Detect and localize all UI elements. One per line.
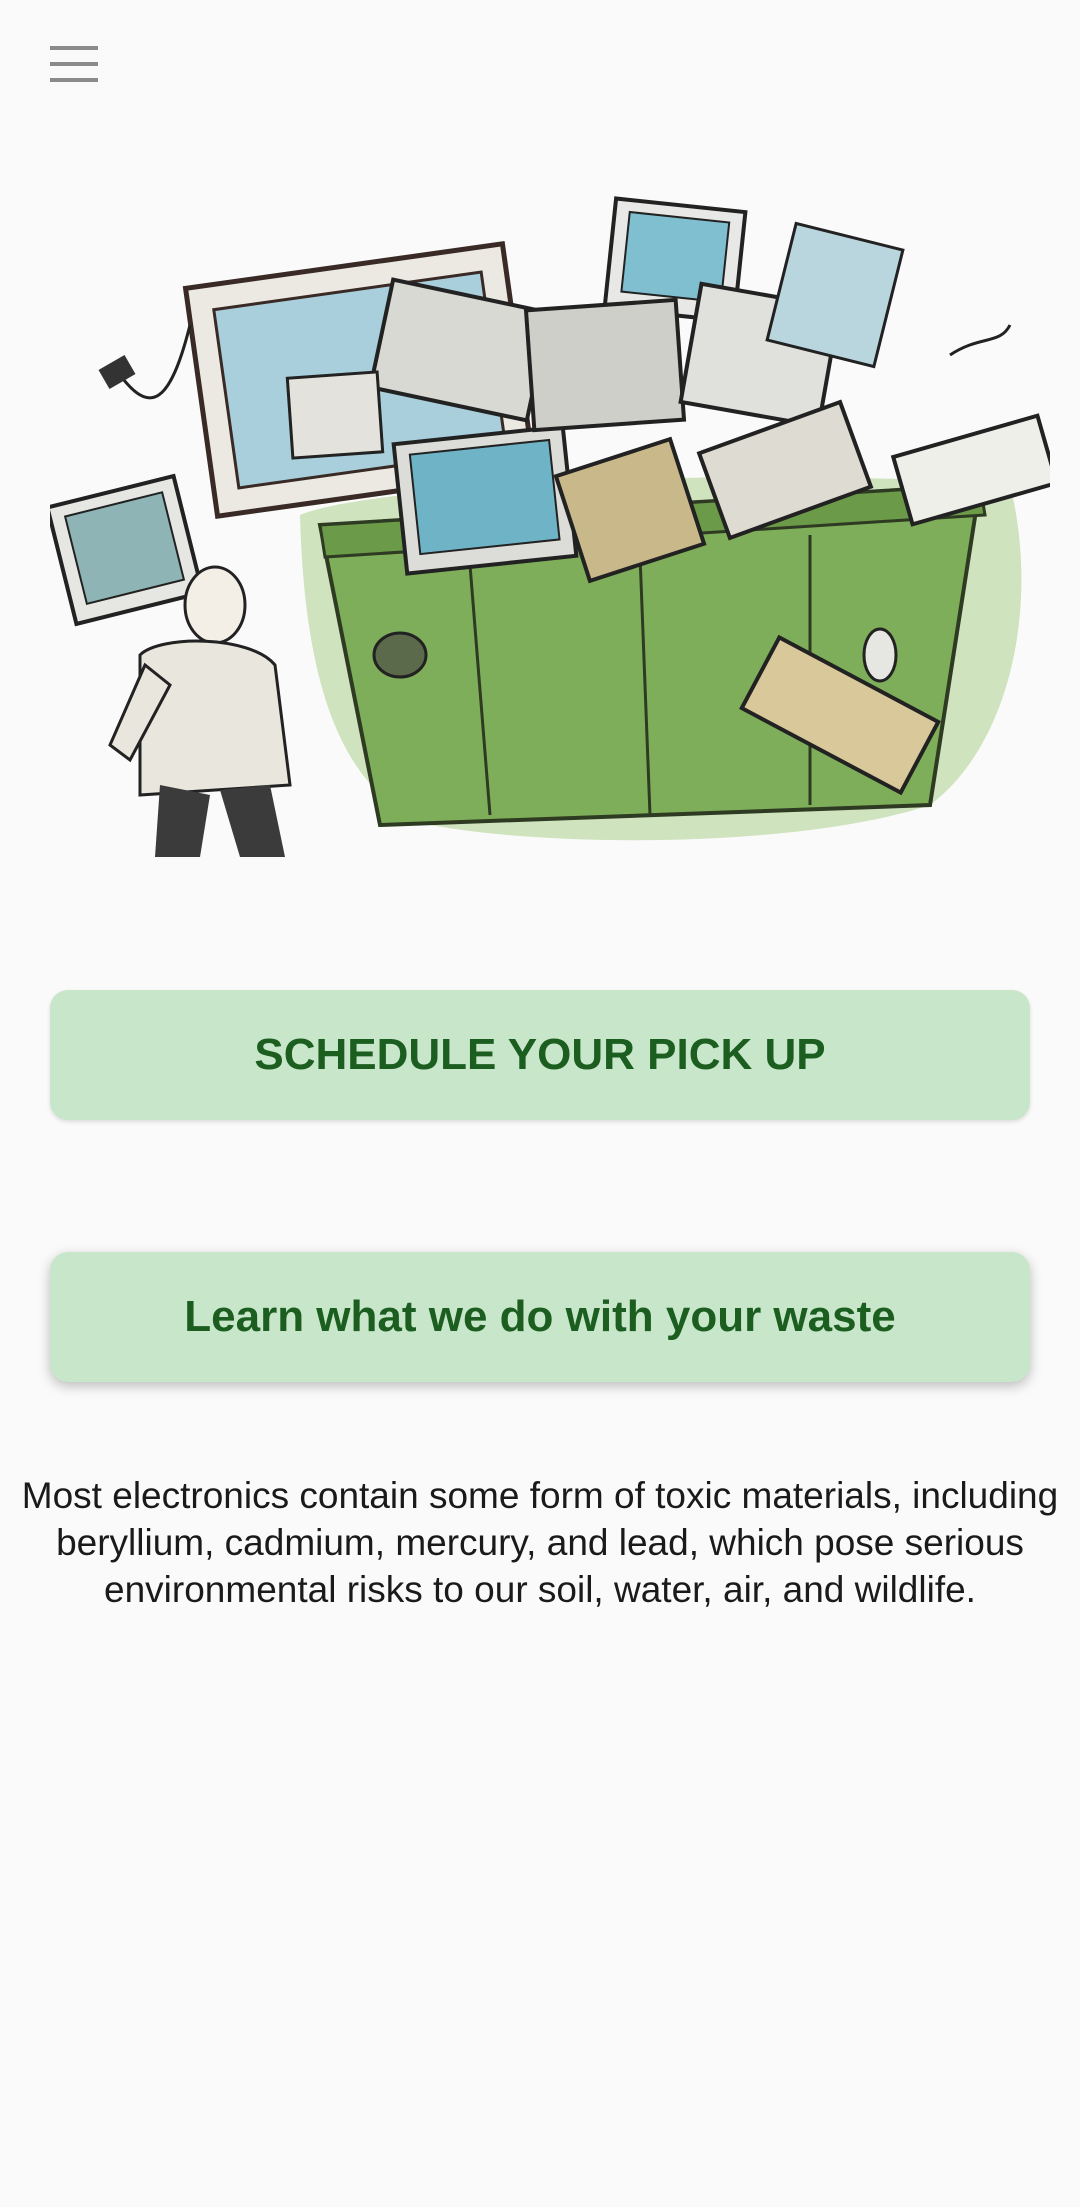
learn-waste-button[interactable]: Learn what we do with your waste: [50, 1252, 1030, 1382]
toxic-materials-info-text: Most electronics contain some form of to…: [21, 1475, 1059, 1610]
schedule-pickup-button[interactable]: SCHEDULE YOUR PICK UP: [50, 990, 1030, 1120]
hamburger-menu-icon: [50, 46, 98, 82]
home-screen: SCHEDULE YOUR PICK UP Learn what we do w…: [0, 0, 1080, 2207]
menu-button[interactable]: [34, 34, 114, 94]
e-waste-illustration: [50, 185, 1050, 857]
